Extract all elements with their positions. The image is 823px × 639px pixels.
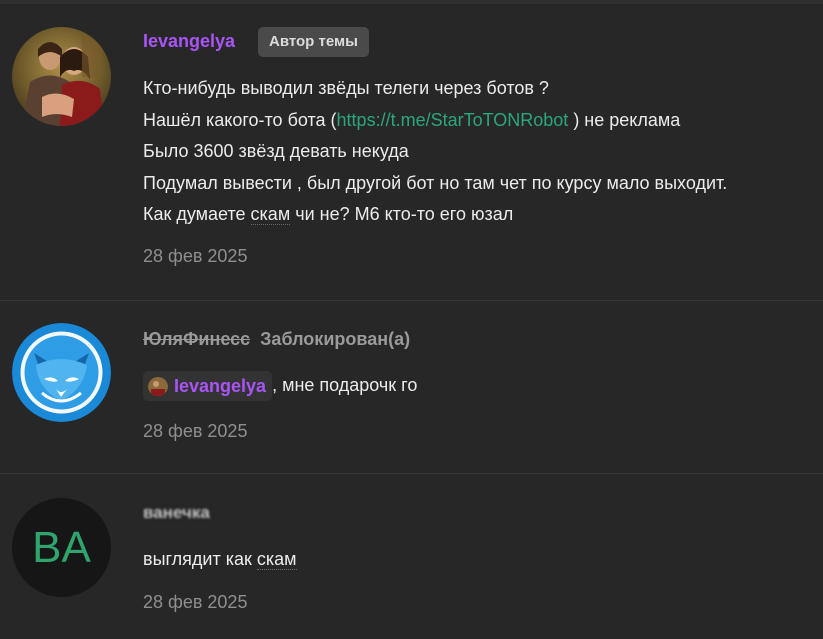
post-author-name[interactable]: ЮляФинесс	[143, 329, 250, 349]
message-text: , мне подарочк го	[272, 375, 418, 395]
post-3: BA ванечка выглядит как скам 28 фев 2025	[0, 474, 823, 639]
post-author-name[interactable]: Ievangelya	[143, 31, 235, 52]
message-line: Было 3600 звёзд девать некуда	[143, 141, 409, 161]
blocked-status: Заблокирован(а)	[260, 329, 411, 349]
post-message: Ievangelya , мне подарочк го	[143, 370, 417, 402]
topic-author-badge: Автор темы	[258, 27, 369, 57]
message-line: Нашёл какого-то бота (https://t.me/StarT…	[143, 109, 681, 130]
fox-avatar-icon[interactable]	[12, 323, 111, 422]
mention-avatar	[148, 376, 168, 397]
user-mention[interactable]: Ievangelya	[143, 371, 273, 403]
message-line: Подумал вывести , был другой бот но там …	[143, 172, 728, 193]
bot-link[interactable]: https://t.me/StarToTONRobot	[337, 110, 569, 130]
message-line: Как думаете скам чи не? М6 кто-то его юз…	[143, 204, 514, 225]
message-line: Кто-нибудь выводил звёды телеги через бо…	[143, 78, 549, 98]
avatar-initials: BA	[32, 523, 91, 572]
post-date[interactable]: 28 фев 2025	[143, 421, 247, 442]
post-2: ЮляФинесс Заблокирован(а) Ievangelya , мн…	[0, 301, 823, 473]
post-author-line: ЮляФинесс Заблокирован(а)	[143, 329, 410, 350]
post-message: выглядит как скам	[143, 549, 297, 570]
post-message: Кто-нибудь выводил звёды телеги через бо…	[143, 73, 727, 231]
post-1: Ievangelya Автор темы Кто-нибудь выводил…	[0, 0, 823, 300]
glossary-term[interactable]: скам	[250, 204, 291, 225]
initials-avatar[interactable]: BA	[12, 498, 111, 597]
glossary-term[interactable]: скам	[256, 549, 297, 570]
post-date[interactable]: 28 фев 2025	[143, 246, 247, 267]
mention-name[interactable]: Ievangelya	[174, 371, 266, 403]
post-date[interactable]: 28 фев 2025	[143, 592, 247, 613]
post-author-name[interactable]: ванечка	[143, 502, 210, 523]
user-avatar[interactable]	[12, 27, 111, 126]
